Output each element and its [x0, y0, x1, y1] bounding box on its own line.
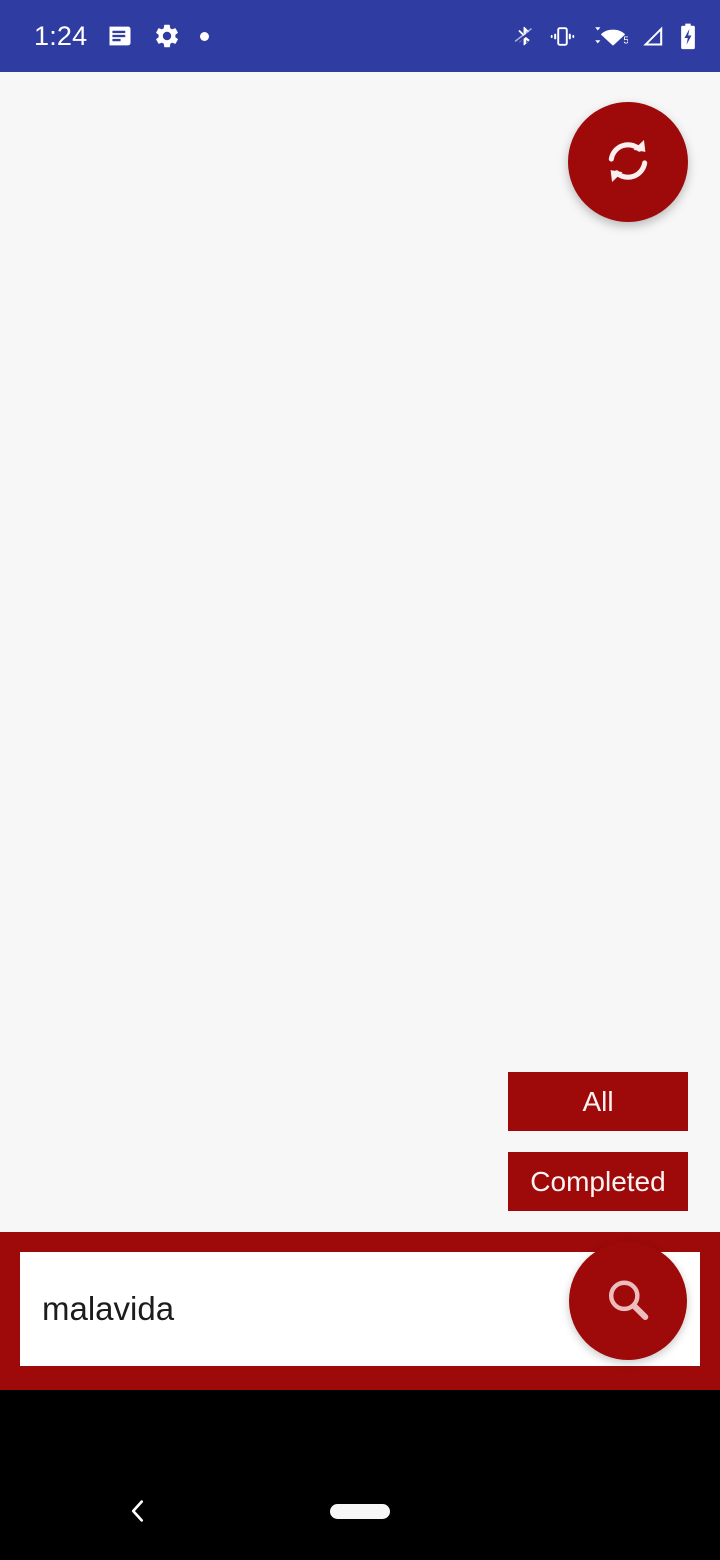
- system-navigation-bar: [0, 1390, 720, 1560]
- refresh-icon: [599, 132, 657, 193]
- status-bar-right: 5: [512, 23, 698, 50]
- dot-icon: [200, 31, 210, 41]
- nav-home-indicator[interactable]: [330, 1504, 390, 1519]
- filter-all-button[interactable]: All: [508, 1072, 688, 1131]
- nav-back-button[interactable]: [113, 1487, 163, 1537]
- refresh-button[interactable]: [568, 102, 688, 222]
- battery-charging-icon: [678, 23, 698, 50]
- gear-icon: [153, 22, 181, 50]
- content-list-area: [0, 72, 720, 1232]
- filter-completed-button[interactable]: Completed: [508, 1152, 688, 1211]
- status-clock: 1:24: [34, 20, 88, 51]
- cellular-signal-icon: [640, 23, 666, 49]
- wifi-icon: 5: [588, 23, 628, 49]
- chevron-left-icon: [121, 1494, 155, 1531]
- search-icon: [600, 1272, 656, 1331]
- filter-button-group: All Completed: [508, 1072, 688, 1211]
- status-bar: 1:24 5: [0, 0, 720, 72]
- vibrate-icon: [549, 23, 576, 50]
- app-screen: 1:24 5 All Completed malavida: [0, 0, 720, 1560]
- article-icon: [106, 22, 134, 50]
- svg-text:5: 5: [623, 35, 628, 46]
- status-bar-left: 1:24: [34, 20, 210, 51]
- search-button[interactable]: [569, 1242, 687, 1360]
- search-input[interactable]: [20, 1252, 580, 1366]
- bluetooth-disabled-icon: [512, 24, 537, 49]
